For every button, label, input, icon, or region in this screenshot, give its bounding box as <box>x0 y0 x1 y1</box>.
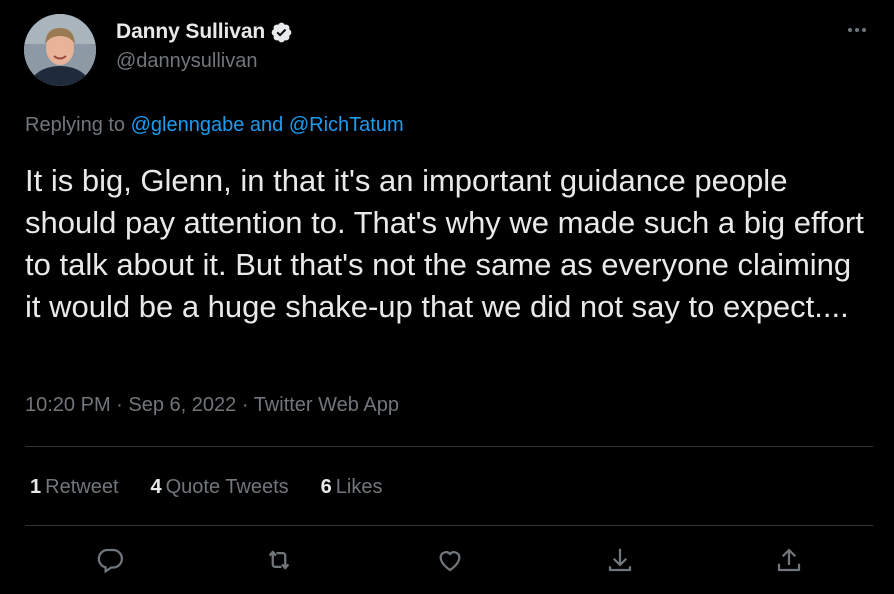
share-button[interactable] <box>769 540 809 580</box>
meta-separator: · <box>236 394 254 416</box>
meta-separator: · <box>110 394 129 416</box>
tweet-time[interactable]: 10:20 PM <box>25 394 111 416</box>
author-handle[interactable]: @dannysullivan <box>116 50 293 73</box>
reply-icon <box>97 548 123 574</box>
share-icon <box>777 548 801 572</box>
retweets-count: 1 <box>30 476 42 498</box>
reply-mentions-link[interactable]: @glenngabe and @RichTatum <box>131 114 404 136</box>
bookmark-button[interactable] <box>600 540 640 580</box>
like-button[interactable] <box>430 540 470 580</box>
quote-tweets-count: 4 <box>150 476 162 498</box>
tweet-meta: 10:20 PM · Sep 6, 2022 · Twitter Web App <box>25 394 399 417</box>
tweet-actions <box>0 540 894 580</box>
replying-to-prefix: Replying to <box>25 114 131 136</box>
likes-label: Likes <box>335 476 383 498</box>
retweets-stat[interactable]: 1 Retweet <box>30 476 119 499</box>
quote-tweets-label: Quote Tweets <box>165 476 289 498</box>
more-options-icon[interactable] <box>842 20 872 40</box>
author-block: Danny Sullivan @dannysullivan <box>116 20 293 73</box>
retweet-button[interactable] <box>259 540 299 580</box>
like-icon <box>439 551 461 572</box>
reply-button[interactable] <box>90 540 130 580</box>
likes-stat[interactable]: 6 Likes <box>321 476 383 499</box>
avatar[interactable] <box>24 14 96 86</box>
bookmark-icon <box>608 548 632 572</box>
retweets-label: Retweet <box>45 476 119 498</box>
divider <box>25 525 873 526</box>
profile-photo <box>24 14 96 86</box>
divider <box>25 446 873 447</box>
tweet-source[interactable]: Twitter Web App <box>254 394 399 416</box>
verified-badge-icon <box>271 22 292 42</box>
tweet-stats: 1 Retweet 4 Quote Tweets 6 Likes <box>30 476 415 499</box>
tweet-text: It is big, Glenn, in that it's an import… <box>25 163 864 324</box>
author-display-name[interactable]: Danny Sullivan <box>116 20 265 44</box>
replying-to: Replying to @glenngabe and @RichTatum <box>25 114 404 137</box>
likes-count: 6 <box>320 476 332 498</box>
tweet-date[interactable]: Sep 6, 2022 <box>128 394 236 416</box>
retweet-icon <box>268 550 290 570</box>
quote-tweets-stat[interactable]: 4 Quote Tweets <box>151 476 289 499</box>
